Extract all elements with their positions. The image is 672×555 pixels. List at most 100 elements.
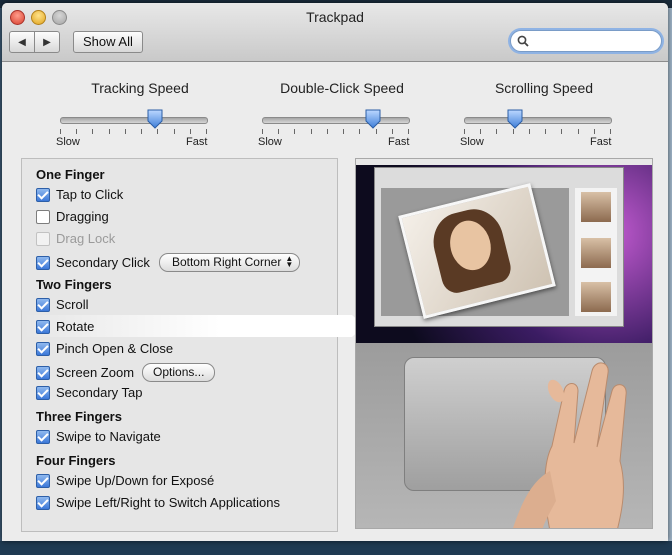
slider-2: Double-Click Speed Slow Fast [258, 80, 422, 148]
gesture-row[interactable]: Pinch Open & Close [36, 341, 173, 356]
slider-1: Tracking Speed Slow Fast [56, 80, 220, 148]
search-icon [517, 35, 529, 47]
slider-tick [206, 129, 207, 134]
gesture-list: One Finger Tap to Click Dragging Drag Lock S… [21, 158, 364, 532]
hand-illustration [513, 362, 627, 528]
gesture-checkbox[interactable] [36, 255, 50, 270]
preference-pane: Tracking Speed Slow Fast Double-Click Speed… [2, 62, 668, 541]
slider-tick [513, 129, 514, 134]
slider-title: Tracking Speed [91, 80, 189, 96]
navigation-segment: ◀ ▶ [9, 31, 60, 53]
gesture-row[interactable]: Rotate [36, 319, 94, 334]
preview-thumbnail [581, 238, 611, 268]
slider-tick [359, 129, 360, 134]
slider-tick [578, 129, 579, 134]
gesture-checkbox[interactable] [36, 473, 50, 488]
gesture-label: Swipe Up/Down for Exposé [56, 473, 215, 488]
slider-tick [125, 129, 126, 134]
gesture-label: Secondary Click [56, 255, 150, 270]
slider-tick [327, 129, 328, 134]
forward-arrow-icon: ▶ [43, 36, 51, 48]
slider-tick [92, 129, 93, 134]
slider-track[interactable] [60, 117, 208, 124]
gesture-row[interactable]: Secondary Click Bottom Right Corner ▲ ▼ [36, 253, 301, 272]
show-all-button[interactable]: Show All [73, 31, 143, 53]
gesture-row[interactable]: Tap to Click [36, 187, 123, 202]
slider-tick [496, 129, 497, 134]
slider-tick [190, 129, 191, 134]
gesture-preview-video [355, 158, 653, 529]
gesture-row[interactable]: Swipe Left/Right to Switch Applications [36, 495, 280, 510]
gesture-checkbox[interactable] [36, 429, 50, 444]
slider-tick [141, 129, 142, 134]
gesture-label: Secondary Tap [56, 385, 143, 400]
slider-tick [311, 129, 312, 134]
slider-tick [561, 129, 562, 134]
gesture-checkbox[interactable] [36, 297, 50, 312]
group-heading: Two Fingers [36, 277, 112, 292]
back-button[interactable]: ◀ [10, 32, 34, 52]
preview-app-window [374, 167, 624, 327]
slider-tick [376, 129, 377, 134]
slider-tick [262, 129, 263, 134]
gesture-label: Tap to Click [56, 187, 124, 202]
gesture-checkbox[interactable] [36, 495, 50, 510]
gesture-row[interactable]: Swipe Up/Down for Exposé [36, 473, 214, 488]
slider-track[interactable] [262, 117, 410, 124]
gesture-row[interactable]: Dragging [36, 209, 109, 224]
group-heading: Three Fingers [36, 409, 122, 424]
group-heading: Four Fingers [36, 453, 116, 468]
gesture-checkbox[interactable] [36, 341, 50, 356]
gesture-checkbox[interactable] [36, 365, 50, 380]
preview-thumbnail [581, 192, 611, 222]
gesture-checkbox [36, 231, 50, 246]
gesture-checkbox[interactable] [36, 187, 50, 202]
slider-tick [76, 129, 77, 134]
slider-min-label: Slow [56, 136, 80, 148]
preview-canvas [381, 183, 569, 319]
slider-min-label: Slow [460, 136, 484, 148]
gesture-label: Pinch Open & Close [56, 341, 174, 356]
slider-ticks [60, 129, 207, 134]
slider-tick [157, 129, 158, 134]
gesture-row[interactable]: Drag Lock [36, 231, 115, 246]
window-title: Trackpad [306, 9, 364, 25]
slider-tick [480, 129, 481, 134]
slider-tick [294, 129, 295, 134]
gesture-label: Drag Lock [56, 231, 116, 246]
gesture-label: Screen Zoom [56, 365, 135, 380]
gesture-checkbox[interactable] [36, 385, 50, 400]
slider-tick [392, 129, 393, 134]
slider-track[interactable] [464, 117, 612, 124]
slider-min-label: Slow [258, 136, 282, 148]
gesture-row[interactable]: Scroll [36, 297, 89, 312]
gesture-label: Rotate [56, 319, 95, 334]
slider-tick [109, 129, 110, 134]
gesture-row[interactable]: Swipe to Navigate [36, 429, 161, 444]
slider-tick [529, 129, 530, 134]
gesture-checkbox[interactable] [36, 209, 50, 224]
slider-tick [464, 129, 465, 134]
preview-thumbnail-strip [575, 188, 617, 316]
options-button[interactable]: Options... [142, 363, 216, 382]
slider-max-label: Fast [388, 136, 410, 148]
gesture-row[interactable]: Screen Zoom Options... [36, 363, 216, 382]
gesture-checkbox[interactable] [36, 319, 50, 334]
slider-ticks [262, 129, 409, 134]
preview-thumbnail [581, 282, 611, 312]
trackpad-window: Trackpad ◀ ▶ Show All Tracking Speed Slow… [2, 3, 668, 541]
slider-tick [343, 129, 344, 134]
gesture-label: Dragging [56, 209, 109, 224]
slider-tick [610, 129, 611, 134]
slider-tick [594, 129, 595, 134]
search-input[interactable] [510, 30, 662, 52]
slider-3: Scrolling Speed Slow Fast [460, 80, 624, 148]
gesture-row[interactable]: Secondary Tap [36, 385, 143, 400]
popup-value: Bottom Right Corner [171, 255, 282, 269]
slider-tick [60, 129, 61, 134]
popup-arrows-icon: ▲ ▼ [285, 254, 294, 269]
preview-menubar [356, 159, 652, 165]
forward-button[interactable]: ▶ [34, 32, 59, 52]
secondary-click-popup[interactable]: Bottom Right Corner ▲ ▼ [158, 253, 301, 272]
group-heading: One Finger [36, 167, 105, 182]
